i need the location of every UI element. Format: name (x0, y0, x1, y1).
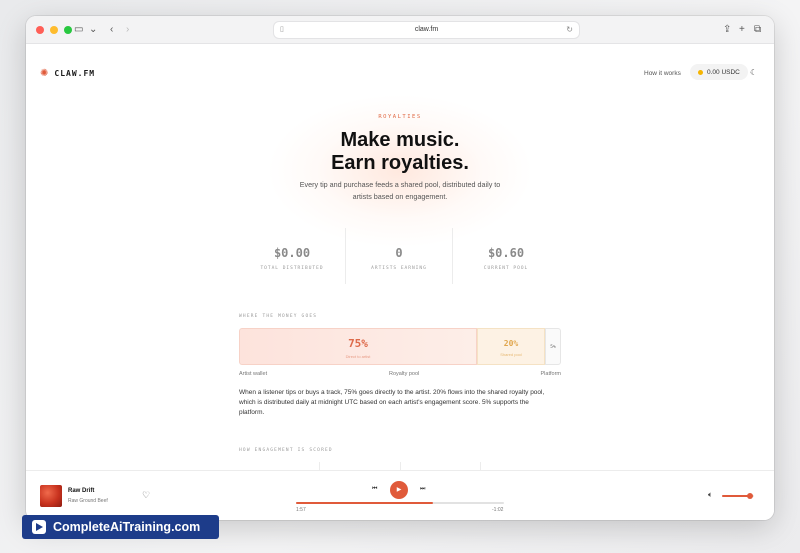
close-window-button[interactable] (36, 26, 44, 34)
label-royalty-pool: Royalty pool (389, 371, 420, 377)
label-artist-wallet: Artist wallet (239, 371, 268, 377)
stat-value: 0 (395, 246, 403, 260)
nav-how-it-works-link[interactable]: How it works (644, 70, 681, 77)
page-icon: ▯ (280, 26, 284, 33)
tab-overview-icon[interactable]: ⧉ (754, 23, 761, 37)
album-cover[interactable] (40, 485, 62, 507)
maximize-window-button[interactable] (64, 26, 72, 34)
split-segment-pool: 20% Shared pool (477, 328, 545, 365)
play-button[interactable]: ▶ (390, 481, 408, 499)
headline-line-2: Earn royalties. (331, 152, 469, 174)
stat-current-pool: $0.60 CURRENT POOL (452, 228, 559, 284)
window-controls (36, 26, 72, 34)
label-platform: Platform (540, 371, 561, 377)
hero-eyebrow: ROYALTIES (378, 114, 422, 120)
stat-total-distributed: $0.00 TOTAL DISTRIBUTED (239, 228, 345, 284)
engagement-section-eyebrow: HOW ENGAGEMENT IS SCORED (239, 448, 333, 453)
hero-headline: Make music. Earn royalties. (26, 129, 774, 175)
split-segment-artist: 75% Direct to artist (239, 328, 477, 365)
reload-icon[interactable]: ↻ (566, 22, 573, 38)
crab-icon: ✺ (40, 68, 49, 79)
back-arrow-icon[interactable]: ‹ (110, 23, 113, 37)
money-section-eyebrow: WHERE THE MONEY GOES (239, 314, 318, 319)
remaining-time: -1:02 (492, 507, 504, 513)
usdc-coin-icon (698, 69, 703, 75)
stat-label: CURRENT POOL (483, 266, 529, 271)
volume-fill (722, 495, 751, 497)
hero-subtitle: Every tip and purchase feeds a shared po… (299, 180, 501, 201)
heart-icon[interactable]: ♡ (142, 491, 150, 500)
progress-fill (296, 502, 434, 504)
browser-toolbar: ▭ ⌄ ‹ › ▯ claw.fm ↻ ⇪ + ⧉ (26, 16, 774, 44)
wallet-balance-text: 0.00 USDC (707, 68, 740, 76)
previous-track-icon[interactable]: ⏮ (372, 486, 377, 493)
stat-artists-earning: 0 ARTISTS EARNING (345, 228, 452, 284)
stat-value: $0.00 (273, 246, 311, 260)
revenue-split-bar: 75% Direct to artist 20% Shared pool 5% (239, 328, 561, 365)
headline-line-1: Make music. (340, 129, 460, 151)
new-tab-icon[interactable]: + (739, 23, 745, 37)
play-icon: ▶ (396, 487, 402, 493)
artist-sublabel: Direct to artist (345, 354, 371, 359)
logo-text: CLAW.FM (54, 69, 96, 78)
watermark-logo-icon (32, 520, 46, 534)
split-segment-platform: 5% (545, 328, 561, 365)
watermark-text: CompleteAiTraining.com (53, 520, 201, 534)
browser-window: ▭ ⌄ ‹ › ▯ claw.fm ↻ ⇪ + ⧉ ✺ CLAW.FM How … (26, 16, 774, 520)
artist-percent: 75% (348, 337, 368, 350)
pool-percent: 20% (503, 339, 519, 348)
next-track-icon[interactable]: ⏭ (420, 486, 425, 493)
address-bar[interactable]: ▯ claw.fm ↻ (274, 22, 579, 38)
volume-icon[interactable]: 🔈︎ (708, 490, 713, 500)
track-title[interactable]: Raw Drift (68, 488, 94, 494)
progress-slider[interactable] (296, 502, 504, 504)
volume-knob[interactable] (747, 493, 754, 499)
elapsed-time: 1:57 (296, 507, 306, 513)
volume-slider[interactable] (722, 493, 754, 499)
stats-row: $0.00 TOTAL DISTRIBUTED 0 ARTISTS EARNIN… (239, 228, 559, 284)
site-header: ✺ CLAW.FM How it works 0.00 USDC ☾ (26, 44, 774, 102)
split-bar-labels: Artist wallet Royalty pool Platform (239, 371, 561, 379)
forward-arrow-icon[interactable]: › (126, 23, 129, 37)
stat-label: TOTAL DISTRIBUTED (260, 266, 324, 271)
watermark-banner: CompleteAiTraining.com (22, 515, 219, 539)
site-logo[interactable]: ✺ CLAW.FM (40, 68, 95, 79)
moon-icon[interactable]: ☾ (750, 68, 757, 77)
chevron-down-icon[interactable]: ⌄ (89, 23, 97, 37)
wallet-balance-button[interactable]: 0.00 USDC (690, 64, 748, 80)
minimize-window-button[interactable] (50, 26, 58, 34)
track-artist[interactable]: Raw Ground Beef (68, 498, 108, 504)
sidebar-toggle-icon[interactable]: ▭ (74, 23, 83, 37)
address-url: claw.fm (414, 26, 439, 33)
stat-value: $0.60 (487, 246, 525, 260)
stat-label: ARTISTS EARNING (371, 266, 427, 271)
split-explanation: When a listener tips or buys a track, 75… (239, 389, 545, 416)
share-icon[interactable]: ⇪ (723, 23, 731, 37)
now-playing-bar: Raw Drift Raw Ground Beef ♡ ⏮ ▶ ⏭ 1:57 -… (26, 470, 774, 520)
pool-sublabel: Shared pool (500, 352, 522, 357)
platform-percent: 5% (550, 345, 556, 350)
